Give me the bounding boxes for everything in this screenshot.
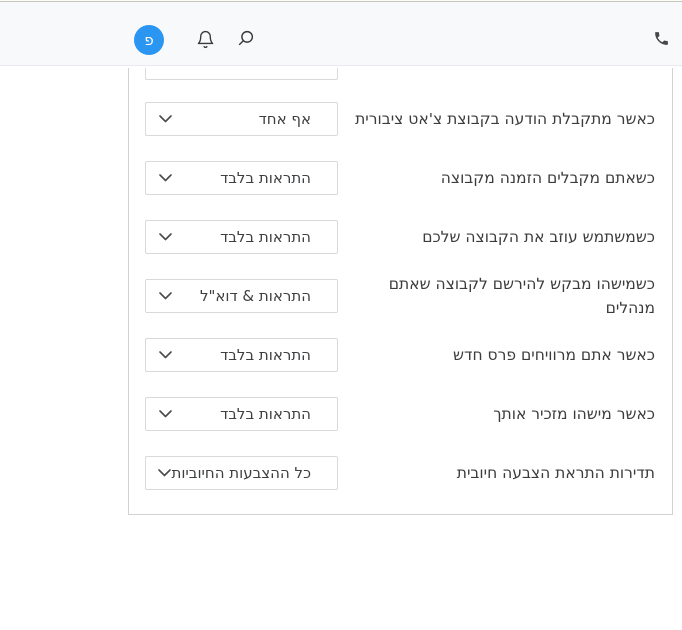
setting-row: כשמשתמש עוזב את הקבוצה שלכם התראות בלבד	[145, 220, 655, 254]
selected-value: כל ההצבעות החיוביות	[171, 464, 311, 482]
setting-dropdown[interactable]: התראות בלבד	[145, 161, 338, 195]
setting-label: תדירות התראת הצבעה חיובית	[456, 464, 655, 482]
selected-value: התראות בלבד	[220, 169, 311, 187]
setting-row: כאשר מתקבלת הודעה בקבוצת צ'אט ציבורית אף…	[145, 102, 655, 136]
phone-icon[interactable]	[652, 29, 670, 47]
setting-label: כאשר מתקבלת הודעה בקבוצת צ'אט ציבורית	[355, 110, 655, 128]
setting-row: כשמישהו מבקש להירשם לקבוצה שאתם מנהלים ה…	[145, 275, 655, 317]
setting-label: כשמשתמש עוזב את הקבוצה שלכם	[422, 228, 655, 246]
selected-value: אף אחד	[258, 110, 311, 128]
setting-row: כשאתם מקבלים הזמנה מקבוצה התראות בלבד	[145, 161, 655, 195]
setting-dropdown[interactable]: התראות בלבד	[145, 397, 338, 431]
chevron-down-icon	[159, 410, 172, 418]
search-icon[interactable]	[236, 28, 256, 48]
notifications-bell-icon[interactable]	[194, 27, 216, 51]
setting-dropdown[interactable]: התראות בלבד	[145, 220, 338, 254]
chevron-down-icon	[158, 469, 172, 477]
chevron-down-icon	[159, 115, 172, 123]
setting-row: תדירות התראת הצבעה חיובית כל ההצבעות החי…	[145, 456, 655, 490]
setting-label: כשמישהו מבקש להירשם לקבוצה שאתם מנהלים	[388, 275, 655, 317]
setting-dropdown-cutoff[interactable]	[145, 68, 338, 80]
setting-label: כאשר אתם מרוויחים פרס חדש	[453, 346, 655, 364]
setting-row: כאשר מישהו מזכיר אותך התראות בלבד	[145, 397, 655, 431]
setting-dropdown[interactable]: התראות & דוא"ל	[145, 279, 338, 313]
setting-dropdown[interactable]: אף אחד	[145, 102, 338, 136]
top-app-bar: פ	[0, 2, 682, 66]
selected-value: התראות בלבד	[220, 228, 311, 246]
selected-value: התראות בלבד	[220, 405, 311, 423]
selected-value: התראות בלבד	[220, 346, 311, 364]
setting-label: כאשר מישהו מזכיר אותך	[493, 405, 655, 423]
chevron-down-icon	[159, 174, 172, 182]
setting-dropdown[interactable]: התראות בלבד	[145, 338, 338, 372]
setting-row: כאשר אתם מרוויחים פרס חדש התראות בלבד	[145, 338, 655, 372]
selected-value: התראות & דוא"ל	[199, 287, 311, 305]
chevron-down-icon	[159, 351, 172, 359]
notification-settings-panel: כאשר מתקבלת הודעה בקבוצת צ'אט ציבורית אף…	[128, 68, 673, 515]
avatar[interactable]: פ	[134, 25, 164, 55]
chevron-down-icon	[159, 292, 172, 300]
setting-dropdown[interactable]: כל ההצבעות החיוביות	[145, 456, 338, 490]
chevron-down-icon	[159, 233, 172, 241]
setting-label: כשאתם מקבלים הזמנה מקבוצה	[440, 169, 655, 187]
